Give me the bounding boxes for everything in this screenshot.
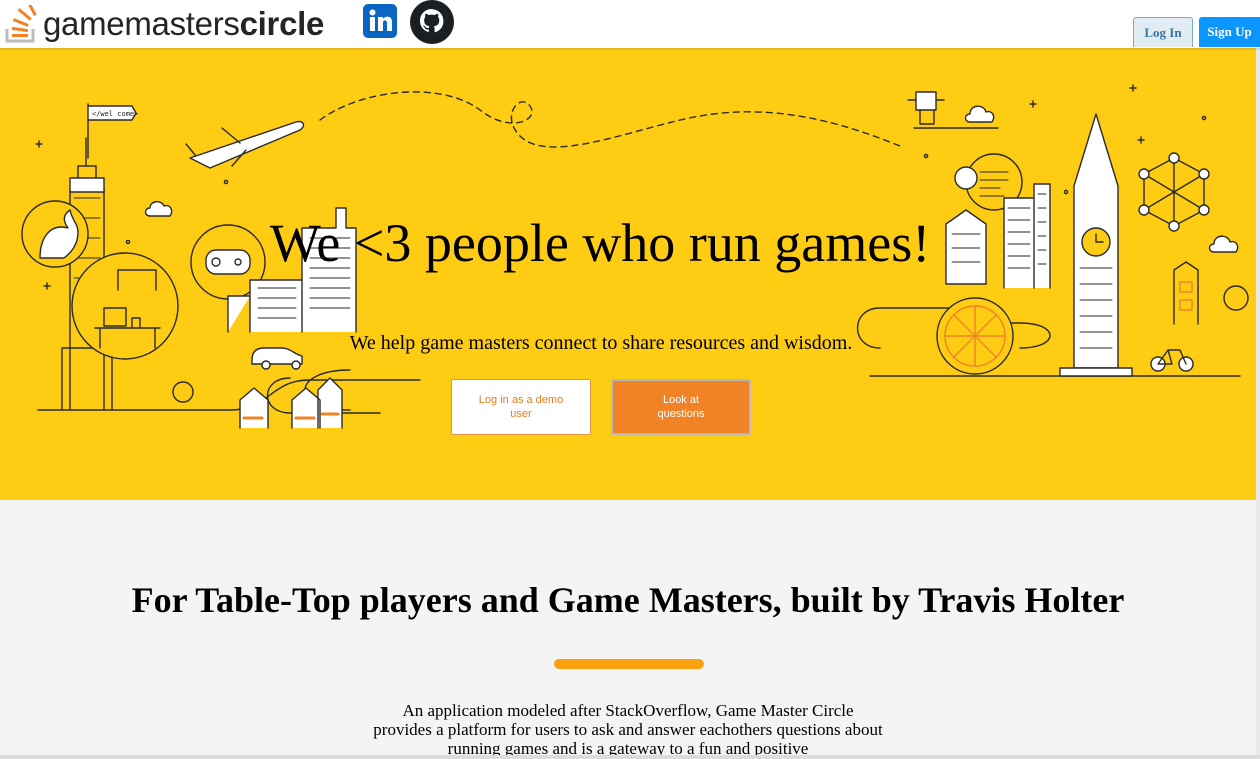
login-button[interactable]: Log In bbox=[1133, 17, 1193, 47]
accent-divider bbox=[554, 659, 704, 669]
linkedin-icon[interactable] bbox=[363, 4, 397, 38]
brand-name: gamemasterscircle bbox=[43, 4, 324, 44]
demo-login-button[interactable]: Log in as a demo user bbox=[451, 379, 591, 435]
stack-logo-icon bbox=[5, 5, 37, 43]
info-title: For Table-Top players and Game Masters, … bbox=[131, 580, 1125, 620]
hero-title: We <3 people who run games! bbox=[269, 213, 931, 273]
look-at-questions-button[interactable]: Look at questions bbox=[611, 379, 751, 435]
site-logo[interactable]: gamemasterscircle bbox=[4, 4, 324, 44]
scrollbar-track[interactable] bbox=[1256, 48, 1260, 759]
top-navbar: gamemasterscircle Log In Sign Up bbox=[0, 0, 1260, 48]
brand-bold: circle bbox=[239, 5, 325, 42]
github-icon[interactable] bbox=[410, 0, 454, 44]
brand-light: gamemasters bbox=[43, 5, 240, 42]
flag-text: </wel come> bbox=[92, 110, 138, 118]
signup-button[interactable]: Sign Up bbox=[1199, 17, 1260, 47]
info-section: For Table-Top players and Game Masters, … bbox=[0, 500, 1256, 759]
hero-subtitle: We help game masters connect to share re… bbox=[349, 332, 853, 354]
bottom-edge bbox=[0, 755, 1260, 759]
info-description: An application modeled after StackOverfl… bbox=[373, 701, 883, 758]
hero-section: </wel come> We <3 people who run games! … bbox=[0, 48, 1256, 500]
